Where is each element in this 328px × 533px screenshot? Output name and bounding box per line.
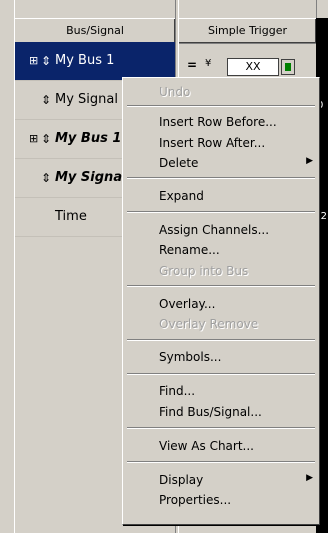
menu-separator — [127, 105, 315, 107]
row-label: My Signal — [55, 92, 118, 107]
menu-separator — [127, 461, 315, 463]
signal-icon: ⇕ — [41, 132, 52, 146]
menu-item-undo[interactable]: Undo — [159, 85, 190, 99]
trigger-operator[interactable]: = — [187, 58, 197, 72]
submenu-arrow-icon: ▶ — [306, 473, 313, 483]
menu-item-label: Delete — [159, 156, 199, 170]
menu-item-insert-row-after[interactable]: Insert Row After... — [159, 136, 265, 150]
expand-plus-icon[interactable]: ⊞ — [29, 120, 38, 158]
submenu-arrow-icon: ▶ — [306, 156, 313, 166]
menu-item-display[interactable]: Display ▶ — [159, 473, 313, 487]
trigger-value-input[interactable]: XX — [227, 58, 279, 76]
context-menu: Undo Insert Row Before... Insert Row Aft… — [122, 77, 320, 525]
channel-icon[interactable]: ¥ — [205, 58, 211, 69]
signal-icon: ⇕ — [41, 54, 52, 68]
menu-item-insert-row-before[interactable]: Insert Row Before... — [159, 115, 277, 129]
trigger-row: = ¥ XX — [183, 58, 313, 78]
menu-item-find[interactable]: Find... — [159, 384, 195, 398]
menu-item-overlay-remove[interactable]: Overlay Remove — [159, 317, 258, 331]
row-my-bus-1[interactable]: ⊞ ⇕ My Bus 1 — [15, 42, 175, 81]
menu-item-group-into-bus[interactable]: Group into Bus — [159, 264, 248, 278]
menu-item-label: Display — [159, 473, 204, 487]
row-label: My Bus 1 — [55, 131, 122, 146]
menu-separator — [127, 211, 315, 213]
menu-item-assign-channels[interactable]: Assign Channels... — [159, 223, 269, 237]
menu-separator — [127, 339, 315, 341]
row-label: Time — [55, 209, 87, 224]
menu-separator — [127, 373, 315, 375]
menu-item-properties[interactable]: Properties... — [159, 493, 231, 507]
row-label: My Signal — [55, 170, 127, 185]
menu-separator — [127, 177, 315, 179]
menu-item-overlay[interactable]: Overlay... — [159, 297, 215, 311]
menu-item-expand[interactable]: Expand — [159, 189, 204, 203]
expand-plus-icon[interactable]: ⊞ — [29, 42, 38, 80]
menu-item-rename[interactable]: Rename... — [159, 243, 220, 257]
menu-item-view-as-chart[interactable]: View As Chart... — [159, 439, 254, 453]
signal-icon: ⇕ — [41, 171, 52, 185]
signal-icon: ⇕ — [41, 93, 52, 107]
menu-separator — [127, 285, 315, 287]
simple-trigger-header[interactable]: Simple Trigger — [179, 18, 316, 44]
row-label: My Bus 1 — [55, 53, 115, 68]
logic-analyzer-window: Bus/Signal ⊞ ⇕ My Bus 1 ⇕ My Signal ⊞ ⇕ … — [0, 0, 328, 533]
menu-item-symbols[interactable]: Symbols... — [159, 350, 221, 364]
trigger-pattern-button[interactable] — [281, 59, 295, 75]
bus-signal-header[interactable]: Bus/Signal — [15, 18, 175, 44]
menu-item-delete[interactable]: Delete ▶ — [159, 156, 313, 170]
menu-separator — [127, 427, 315, 429]
menu-item-find-bus-signal[interactable]: Find Bus/Signal... — [159, 405, 262, 419]
